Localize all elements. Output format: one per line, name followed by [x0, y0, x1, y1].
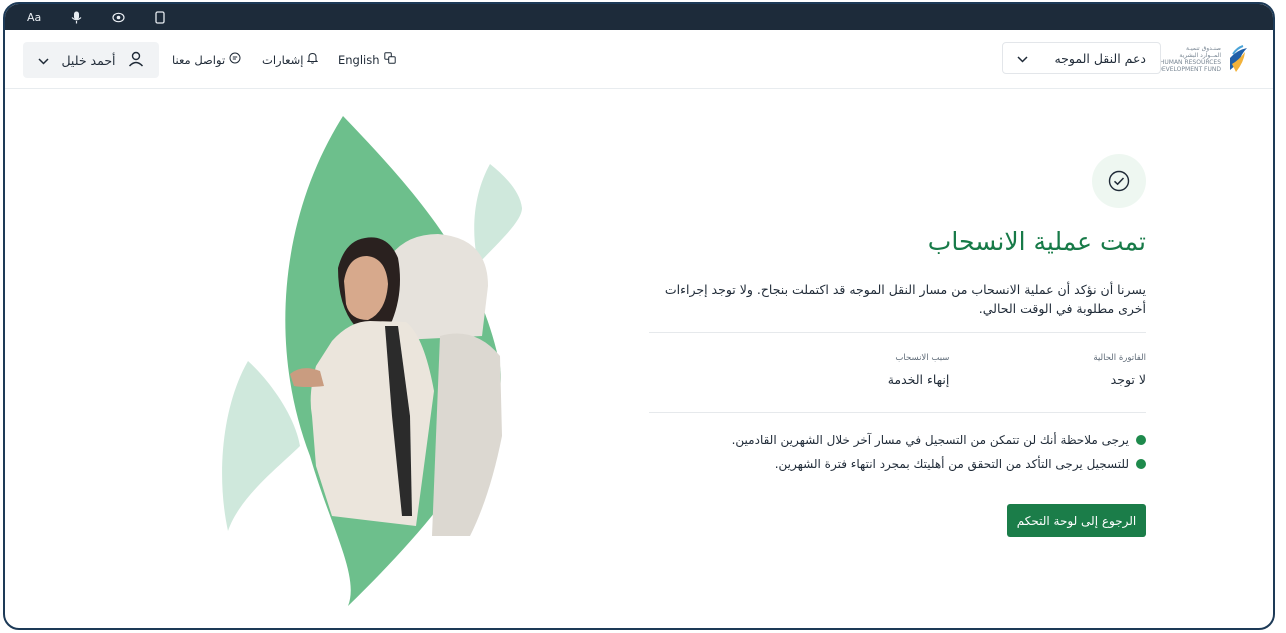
translate-icon [383, 52, 396, 67]
notifications-link[interactable]: إشعارات [262, 52, 319, 67]
withdrawal-reason-value: إنهاء الخدمة [887, 372, 950, 387]
mic-icon[interactable] [71, 11, 82, 24]
page-title: تمت عملية الانسحاب [927, 227, 1146, 256]
withdrawal-details: الفاتورة الحالية لا توجد سبب الانسحاب إن… [649, 353, 1146, 387]
withdrawal-confirmation: تمت عملية الانسحاب يسرنا أن نؤكد أن عملي… [649, 154, 1146, 537]
logo-mark-icon [1230, 45, 1247, 72]
device-icon[interactable] [155, 10, 165, 24]
user-icon [128, 51, 144, 70]
hrdf-logo[interactable]: صنـدوق تنميـة المــوارد البشرية HUMAN RE… [1155, 44, 1249, 74]
divider [649, 412, 1146, 413]
note-item: يرجى ملاحظة أنك لن تتمكن من التسجيل في م… [649, 433, 1146, 447]
success-badge [1092, 154, 1146, 208]
logo-line: DEVELOPMENT FUND [1157, 66, 1221, 73]
note-text: للتسجيل يرجى التأكد من التحقق من أهليتك … [774, 457, 1129, 471]
note-item: للتسجيل يرجى التأكد من التحقق من أهليتك … [649, 457, 1146, 471]
chat-icon [229, 52, 241, 67]
site-header: صنـدوق تنميـة المــوارد البشرية HUMAN RE… [5, 30, 1273, 89]
hero-illustration [222, 116, 522, 606]
current-invoice-label: الفاتورة الحالية [1093, 353, 1146, 363]
language-label: English [338, 52, 380, 67]
current-invoice-value: لا توجد [1110, 372, 1146, 387]
logo-line: HUMAN RESOURCES [1159, 59, 1221, 66]
support-menu-dropdown[interactable]: دعم النقل الموجه [1002, 42, 1161, 74]
withdrawal-reason-field: سبب الانسحاب إنهاء الخدمة [888, 353, 950, 387]
page-description: يسرنا أن نؤكد أن عملية الانسحاب من مسار … [664, 282, 1146, 316]
notifications-label: إشعارات [262, 52, 304, 67]
leaf-shape-bottom [222, 361, 300, 531]
leaf-shape-small [474, 164, 522, 264]
bell-icon [307, 52, 319, 67]
language-switch[interactable]: English [338, 52, 396, 67]
accessibility-toolbar: Aa [5, 4, 1273, 30]
support-menu-label: دعم النقل الموجه [1054, 50, 1146, 66]
chevron-down-icon [1017, 51, 1028, 66]
note-text: يرجى ملاحظة أنك لن تتمكن من التسجيل في م… [731, 433, 1129, 447]
logo-line: المــوارد البشرية [1179, 52, 1221, 59]
divider [649, 332, 1146, 333]
withdrawal-reason-label: سبب الانسحاب [895, 353, 950, 363]
bullet-dot-icon [1136, 459, 1146, 469]
user-menu-dropdown[interactable]: أحمد خليل [23, 42, 159, 78]
bullet-dot-icon [1136, 435, 1146, 445]
user-name: أحمد خليل [61, 52, 116, 68]
notes-list: يرجى ملاحظة أنك لن تتمكن من التسجيل في م… [649, 433, 1146, 471]
chevron-down-icon [38, 53, 49, 68]
current-invoice-field: الفاتورة الحالية لا توجد [1093, 353, 1146, 387]
back-to-dashboard-button[interactable]: الرجوع إلى لوحة التحكم [1007, 504, 1146, 537]
font-size-button[interactable]: Aa [27, 11, 41, 24]
logo-line: صنـدوق تنميـة [1185, 45, 1221, 52]
contact-link[interactable]: تواصل معنا [172, 52, 241, 67]
eye-icon[interactable] [112, 12, 125, 23]
check-circle-icon [1108, 170, 1130, 192]
browser-frame: Aa صنـدوق تنميـة المــوارد البشرية HUMAN… [3, 2, 1275, 630]
logo-text: صنـدوق تنميـة المــوارد البشرية HUMAN RE… [1155, 45, 1221, 73]
contact-label: تواصل معنا [172, 52, 226, 67]
